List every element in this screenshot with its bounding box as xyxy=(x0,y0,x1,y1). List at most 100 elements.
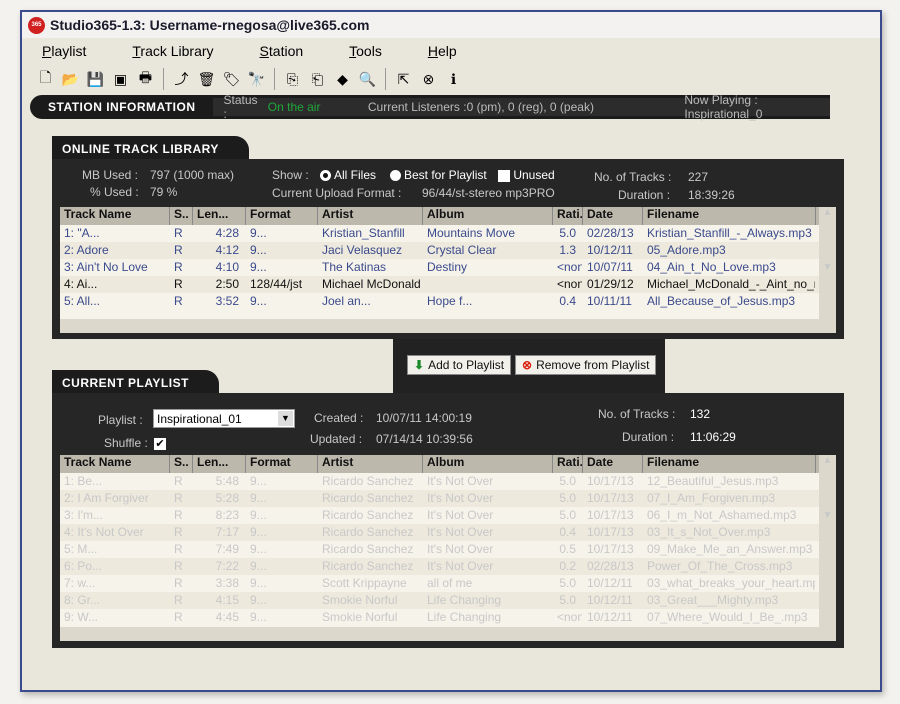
column-header[interactable]: S.. xyxy=(170,455,193,473)
table-cell: R xyxy=(174,610,183,624)
window-title: Studio365-1.3: Username-rnegosa@live365.… xyxy=(50,17,370,33)
table-cell: 1.3 xyxy=(559,243,576,257)
column-header[interactable]: Artist xyxy=(318,207,423,225)
table-row[interactable]: 3: I'm... R 8:23 9... Ricardo Sanchez It's No… xyxy=(60,507,836,524)
table-cell: It's Not Over xyxy=(427,525,494,539)
table-cell: Ricardo Sanchez xyxy=(322,491,414,505)
table-row[interactable]: 8: Gr... R 4:15 9... Smokie Norful Life Chang… xyxy=(60,592,836,609)
table-cell: It's Not Over xyxy=(427,542,494,556)
table-cell: 2: Adore xyxy=(64,243,109,257)
column-header[interactable]: Date xyxy=(583,455,643,473)
column-header[interactable]: Date xyxy=(583,207,643,225)
table-row[interactable]: 1: Be... R 5:48 9... Ricardo Sanchez It's Not… xyxy=(60,473,836,490)
menu-station[interactable]: Station xyxy=(260,43,304,59)
menu-track-library[interactable]: Track Library xyxy=(132,43,213,59)
column-header[interactable]: Len... xyxy=(193,455,246,473)
table-row[interactable]: 2: I Am Forgiver R 5:28 9... Ricardo Sanchez… xyxy=(60,490,836,507)
table-row[interactable]: 4: Ai... R 2:50 128/44/jst Michael McDonald <… xyxy=(60,276,836,293)
open-folder-icon[interactable]: 📂 xyxy=(61,70,80,89)
column-header[interactable]: Rati... xyxy=(553,207,583,225)
table-cell: 05_Adore.mp3 xyxy=(647,243,726,257)
table-row[interactable]: 6: Po... R 7:22 9... Ricardo Sanchez It's Not… xyxy=(60,558,836,575)
unused-checkbox[interactable]: Unused xyxy=(498,168,555,182)
column-header[interactable]: Filename xyxy=(643,207,816,225)
table-row[interactable]: 5: M... R 7:49 9... Ricardo Sanchez It's Not … xyxy=(60,541,836,558)
upload-arrow-icon[interactable]: ⤴ xyxy=(172,70,191,89)
copy-to-playlist-icon[interactable]: ⎘ xyxy=(283,70,302,89)
table-cell: 9... xyxy=(250,260,267,274)
column-header[interactable]: Track Name xyxy=(60,455,170,473)
table-row[interactable]: 4: It's Not Over R 7:17 9... Ricardo Sanchez… xyxy=(60,524,836,541)
menu-tools[interactable]: Tools xyxy=(349,43,382,59)
find-track-icon[interactable]: 🔍 xyxy=(358,70,377,89)
save-icon[interactable]: 💾 xyxy=(86,70,105,89)
table-cell: Smokie Norful xyxy=(322,610,398,624)
toolbar-separator xyxy=(163,68,164,90)
find-binoculars-icon[interactable]: 🔭 xyxy=(247,70,266,89)
table-cell: 5.0 xyxy=(559,474,576,488)
pct-used-label: % Used : xyxy=(90,185,139,199)
down-arrow-icon: ⬇ xyxy=(414,358,425,372)
updated-value: 07/14/14 10:39:56 xyxy=(376,432,473,446)
column-header[interactable]: Album xyxy=(423,207,553,225)
column-header[interactable]: Artist xyxy=(318,455,423,473)
column-header[interactable]: Filename xyxy=(643,455,816,473)
current-playlist-tab[interactable]: CURRENT PLAYLIST xyxy=(52,370,219,394)
column-header[interactable]: Len... xyxy=(193,207,246,225)
table-header: Track Name S.. Len... Format Artist Album Rati… xyxy=(60,207,836,225)
title-bar: 365 Studio365-1.3: Username-rnegosa@live… xyxy=(22,12,880,38)
menu-help[interactable]: Help xyxy=(428,43,457,59)
table-cell: 9... xyxy=(250,474,267,488)
online-track-library-tab[interactable]: ONLINE TRACK LIBRARY xyxy=(52,136,249,160)
table-cell: R xyxy=(174,593,183,607)
export-icon[interactable]: ⇱ xyxy=(394,70,413,89)
shuffle-checkbox[interactable]: ✔ xyxy=(154,438,166,450)
horizontal-scrollbar[interactable] xyxy=(60,319,819,333)
save-all-icon[interactable]: ▣ xyxy=(111,70,130,89)
table-cell: 5.0 xyxy=(559,576,576,590)
table-cell: 3: Ain't No Love xyxy=(64,260,148,274)
table-cell: 7:49 xyxy=(215,542,239,556)
table-cell: Kristian_Stanfill xyxy=(322,226,405,240)
vertical-scrollbar[interactable]: ▲ ▼ xyxy=(819,207,836,333)
playlist-tracks-value: 132 xyxy=(690,407,711,421)
table-row[interactable]: 2: Adore R 4:12 9... Jaci Velasquez Crystal C… xyxy=(60,242,836,259)
stop-icon[interactable]: ⊗ xyxy=(419,70,438,89)
column-header[interactable]: Rati... xyxy=(553,455,583,473)
table-cell: 5:48 xyxy=(215,474,239,488)
new-file-icon[interactable]: 🗋 xyxy=(36,69,55,89)
color-diamond-icon[interactable]: ◆ xyxy=(333,70,352,89)
id-tag-icon[interactable]: 🏷 xyxy=(222,70,241,89)
vertical-scrollbar[interactable]: ▲ ▼ xyxy=(819,455,836,641)
radio-all-files[interactable]: All Files xyxy=(320,168,376,182)
playlist-select[interactable]: Inspirational_01 ▼ xyxy=(153,409,295,428)
radio-best-for-playlist[interactable]: Best for Playlist xyxy=(390,168,487,182)
table-cell: 9... xyxy=(250,508,267,522)
upload-format-label: Current Upload Format : xyxy=(272,186,402,200)
column-header[interactable]: Album xyxy=(423,455,553,473)
table-cell: 8: Gr... xyxy=(64,593,101,607)
info-icon[interactable]: ℹ xyxy=(444,70,463,89)
table-row[interactable]: 3: Ain't No Love R 4:10 9... The Katinas Dest… xyxy=(60,259,836,276)
horizontal-scrollbar[interactable] xyxy=(60,627,819,641)
remove-from-playlist-button[interactable]: ⊗ Remove from Playlist xyxy=(515,355,657,375)
column-header[interactable]: Format xyxy=(246,455,318,473)
column-header[interactable]: Track Name xyxy=(60,207,170,225)
trash-icon[interactable]: 🗑 xyxy=(197,70,216,89)
column-header[interactable]: S.. xyxy=(170,207,193,225)
column-header[interactable]: Format xyxy=(246,207,318,225)
move-to-playlist-icon[interactable]: ⎗ xyxy=(308,70,327,89)
table-row[interactable]: 7: w... R 3:38 9... Scott Krippayne all of me… xyxy=(60,575,836,592)
table-cell: 10/17/13 xyxy=(587,491,634,505)
table-row[interactable]: 1: "A... R 4:28 9... Kristian_Stanfill Mounta… xyxy=(60,225,836,242)
menu-playlist[interactable]: Playlist xyxy=(42,43,86,59)
print-icon[interactable]: 🖶 xyxy=(136,69,155,89)
table-row[interactable]: 5: All... R 3:52 9... Joel an... Hope f... 0.4… xyxy=(60,293,836,310)
table-cell: It's Not Over xyxy=(427,508,494,522)
table-row[interactable]: 9: W... R 4:45 9... Smokie Norful Life Changi… xyxy=(60,609,836,626)
add-to-playlist-button[interactable]: ⬇ Add to Playlist xyxy=(407,355,512,375)
table-cell: 06_I_m_Not_Ashamed.mp3 xyxy=(647,508,797,522)
table-cell: Destiny xyxy=(427,260,468,274)
table-cell: <none> xyxy=(557,277,582,291)
toolbar-separator xyxy=(274,68,275,90)
